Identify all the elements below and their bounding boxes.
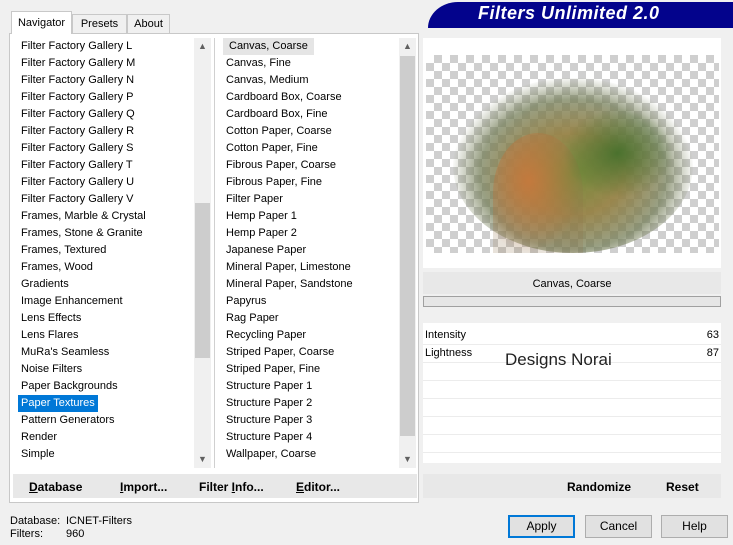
help-button[interactable]: Help — [661, 515, 728, 538]
scroll-down-icon[interactable]: ▼ — [399, 451, 416, 468]
scroll-up-icon[interactable]: ▲ — [399, 38, 416, 55]
param-label: Lightness — [425, 347, 473, 359]
list-item[interactable]: Cotton Paper, Coarse — [223, 123, 399, 140]
database-status: Database: ICNET-Filters — [10, 515, 132, 527]
param-value[interactable]: 63 — [707, 329, 719, 341]
database-button[interactable]: Database — [29, 480, 82, 494]
current-filter-name: Canvas, Coarse — [423, 272, 721, 294]
cancel-button[interactable]: Cancel — [585, 515, 652, 538]
filters-count: 960 — [66, 528, 85, 540]
list-item[interactable]: Canvas, Medium — [223, 72, 399, 89]
list-item[interactable]: Render — [18, 429, 194, 446]
list-item[interactable]: Frames, Stone & Granite — [18, 225, 194, 242]
preview-panel — [423, 38, 721, 268]
list-item[interactable]: Fibrous Paper, Coarse — [223, 157, 399, 174]
list-item[interactable]: Cotton Paper, Fine — [223, 140, 399, 157]
list-item[interactable]: Frames, Textured — [18, 242, 194, 259]
list-item[interactable]: Filter Factory Gallery M — [18, 55, 194, 72]
param-label: Intensity — [425, 329, 466, 341]
list-item[interactable]: Recycling Paper — [223, 327, 399, 344]
list-item[interactable]: Papyrus — [223, 293, 399, 310]
list-item[interactable]: Mineral Paper, Sandstone — [223, 276, 399, 293]
database-value: ICNET-Filters — [66, 515, 132, 527]
preview-image-trees — [563, 108, 673, 198]
list-item[interactable]: Japanese Paper — [223, 242, 399, 259]
list-item[interactable]: Filter Factory Gallery T — [18, 157, 194, 174]
list-item[interactable]: Rag Paper — [223, 310, 399, 327]
list-item[interactable]: Structure Paper 2 — [223, 395, 399, 412]
list-item[interactable]: Lens Flares — [18, 327, 194, 344]
tab-navigator[interactable]: Navigator — [11, 11, 72, 34]
import-button[interactable]: Import... — [120, 480, 167, 494]
list-item[interactable]: Gradients — [18, 276, 194, 293]
param-row-empty — [423, 435, 721, 453]
param-value[interactable]: 87 — [707, 347, 719, 359]
list-item[interactable]: Filter Factory Gallery P — [18, 89, 194, 106]
list-item[interactable]: Image Enhancement — [18, 293, 194, 310]
list-item[interactable]: Structure Paper 4 — [223, 429, 399, 446]
param-row-empty — [423, 381, 721, 399]
list-divider — [214, 38, 215, 468]
filter-info-button[interactable]: Filter Info... — [199, 480, 264, 494]
apply-button[interactable]: Apply — [508, 515, 575, 538]
tab-presets[interactable]: Presets — [72, 14, 127, 33]
list-item[interactable]: Filter Factory Gallery L — [18, 38, 194, 55]
list-item[interactable]: Pattern Generators — [18, 412, 194, 429]
tab-about[interactable]: About — [127, 14, 170, 33]
list-item[interactable]: Frames, Wood — [18, 259, 194, 276]
parameter-list: Intensity 63 Lightness 87 — [423, 323, 721, 463]
list-item[interactable]: Filter Factory Gallery R — [18, 123, 194, 140]
list-item[interactable]: Lens Effects — [18, 310, 194, 327]
list-item[interactable]: Filter Paper — [223, 191, 399, 208]
list-item[interactable]: Fibrous Paper, Fine — [223, 174, 399, 191]
list-item[interactable]: Mineral Paper, Limestone — [223, 259, 399, 276]
list-item[interactable]: Wallpaper, Coarse — [223, 446, 399, 463]
list-item[interactable]: Noise Filters — [18, 361, 194, 378]
list-item[interactable]: Filter Factory Gallery U — [18, 174, 194, 191]
reset-button[interactable]: Reset — [666, 480, 699, 494]
list-item[interactable]: Filter Factory Gallery S — [18, 140, 194, 157]
list-item[interactable]: Cardboard Box, Coarse — [223, 89, 399, 106]
category-scrollbar[interactable]: ▲ ▼ — [194, 38, 211, 468]
list-item[interactable]: Filter Factory Gallery Q — [18, 106, 194, 123]
category-list[interactable]: Filter Factory Gallery L Filter Factory G… — [18, 38, 194, 468]
watermark-text: Designs Norai — [505, 350, 612, 369]
list-item[interactable]: Hemp Paper 2 — [223, 225, 399, 242]
scroll-up-icon[interactable]: ▲ — [194, 38, 211, 55]
editor-button[interactable]: Editor... — [296, 480, 340, 494]
scroll-thumb[interactable] — [400, 56, 415, 436]
list-item[interactable]: Structure Paper 1 — [223, 378, 399, 395]
list-item[interactable]: Hemp Paper 1 — [223, 208, 399, 225]
list-item[interactable]: Striped Paper, Fine — [223, 361, 399, 378]
list-item[interactable]: Paper Textures — [18, 395, 98, 412]
list-item[interactable]: Canvas, Coarse — [223, 38, 314, 55]
scroll-thumb[interactable] — [195, 203, 210, 358]
list-item[interactable]: Frames, Marble & Crystal — [18, 208, 194, 225]
list-item[interactable]: Filter Factory Gallery V — [18, 191, 194, 208]
scroll-down-icon[interactable]: ▼ — [194, 451, 211, 468]
app-title: Filters Unlimited 2.0 — [478, 3, 660, 23]
list-item[interactable]: Striped Paper, Coarse — [223, 344, 399, 361]
list-item[interactable]: Filter Factory Gallery N — [18, 72, 194, 89]
param-row-empty — [423, 399, 721, 417]
list-item[interactable]: MuRa's Seamless — [18, 344, 194, 361]
list-item[interactable]: Cardboard Box, Fine — [223, 106, 399, 123]
filter-list[interactable]: Canvas, Coarse Canvas, Fine Canvas, Medium… — [223, 38, 399, 468]
list-item[interactable]: Simple — [18, 446, 194, 463]
database-label: Database: — [10, 515, 61, 527]
progress-bar — [423, 296, 721, 307]
filters-label: Filters: — [10, 528, 43, 540]
param-row-empty — [423, 417, 721, 435]
param-row-intensity[interactable]: Intensity 63 — [423, 327, 721, 345]
list-item[interactable]: Structure Paper 3 — [223, 412, 399, 429]
randomize-button[interactable]: Randomize — [567, 480, 631, 494]
filters-status: Filters: 960 — [10, 528, 84, 540]
list-item[interactable]: Canvas, Fine — [223, 55, 399, 72]
filter-scrollbar[interactable]: ▲ ▼ — [399, 38, 416, 468]
list-item[interactable]: Paper Backgrounds — [18, 378, 194, 395]
